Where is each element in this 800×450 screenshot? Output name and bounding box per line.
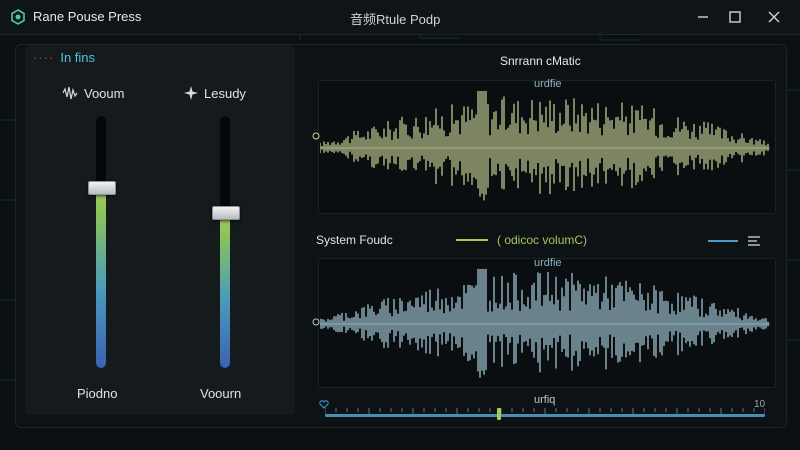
timeline-ticks: [325, 408, 765, 415]
top-waveform: [320, 91, 770, 201]
loudness-slider-label: Lesudy: [204, 86, 246, 101]
input-levels-panel: [25, 45, 295, 415]
timeline-label: urfiq: [534, 394, 556, 406]
timeline-playhead[interactable]: [497, 408, 501, 420]
series-legend-text: ( odicoc volumC): [497, 233, 588, 247]
list-menu-icon: [748, 236, 760, 246]
title-bar: Rane Pouse Press 音频Rtule Podp: [0, 0, 800, 35]
volume-slider-label: Vooum: [84, 86, 125, 101]
loudness-slider-track[interactable]: [220, 116, 230, 368]
section-title: ···· In fins: [33, 50, 95, 65]
bottom-waveform: [320, 268, 770, 378]
series-blue-swatch: [708, 240, 738, 242]
section-marker-icon: ····: [33, 50, 55, 65]
list-menu-button[interactable]: [746, 234, 762, 248]
volume-slider-fill: [96, 186, 106, 368]
loudness-slider-thumb[interactable]: [212, 205, 240, 220]
waveform-header: Snrrann cMatic: [500, 54, 581, 68]
maximize-icon: [729, 11, 741, 23]
volume-slider-thumb[interactable]: [88, 180, 116, 195]
loudness-slider-fill: [220, 211, 230, 368]
minimize-icon: [698, 16, 708, 18]
system-sound-label: System Foudc: [316, 233, 393, 247]
sparkle-icon: [184, 86, 198, 100]
maximize-button[interactable]: [720, 6, 750, 28]
window-title: Rane Pouse Press: [33, 9, 142, 24]
minimize-button[interactable]: [688, 6, 718, 28]
volume-slider-bottom-label: Piodno: [77, 386, 118, 401]
close-icon: [768, 11, 780, 23]
app-logo-icon: [11, 9, 25, 25]
timeline-end-label: 10: [754, 399, 766, 410]
section-title-text: In fins: [60, 50, 96, 65]
bottom-channel-icon: [312, 318, 320, 326]
top-channel-icon: [312, 132, 320, 140]
window-center-title: 音频Rtule Podp: [350, 12, 441, 27]
close-button[interactable]: [759, 6, 789, 28]
volume-slider-track[interactable]: [96, 116, 106, 368]
loudness-slider-bottom-label: Voourn: [200, 386, 242, 401]
waveform-small-icon: [62, 86, 78, 100]
series-line-swatch: [456, 239, 488, 241]
